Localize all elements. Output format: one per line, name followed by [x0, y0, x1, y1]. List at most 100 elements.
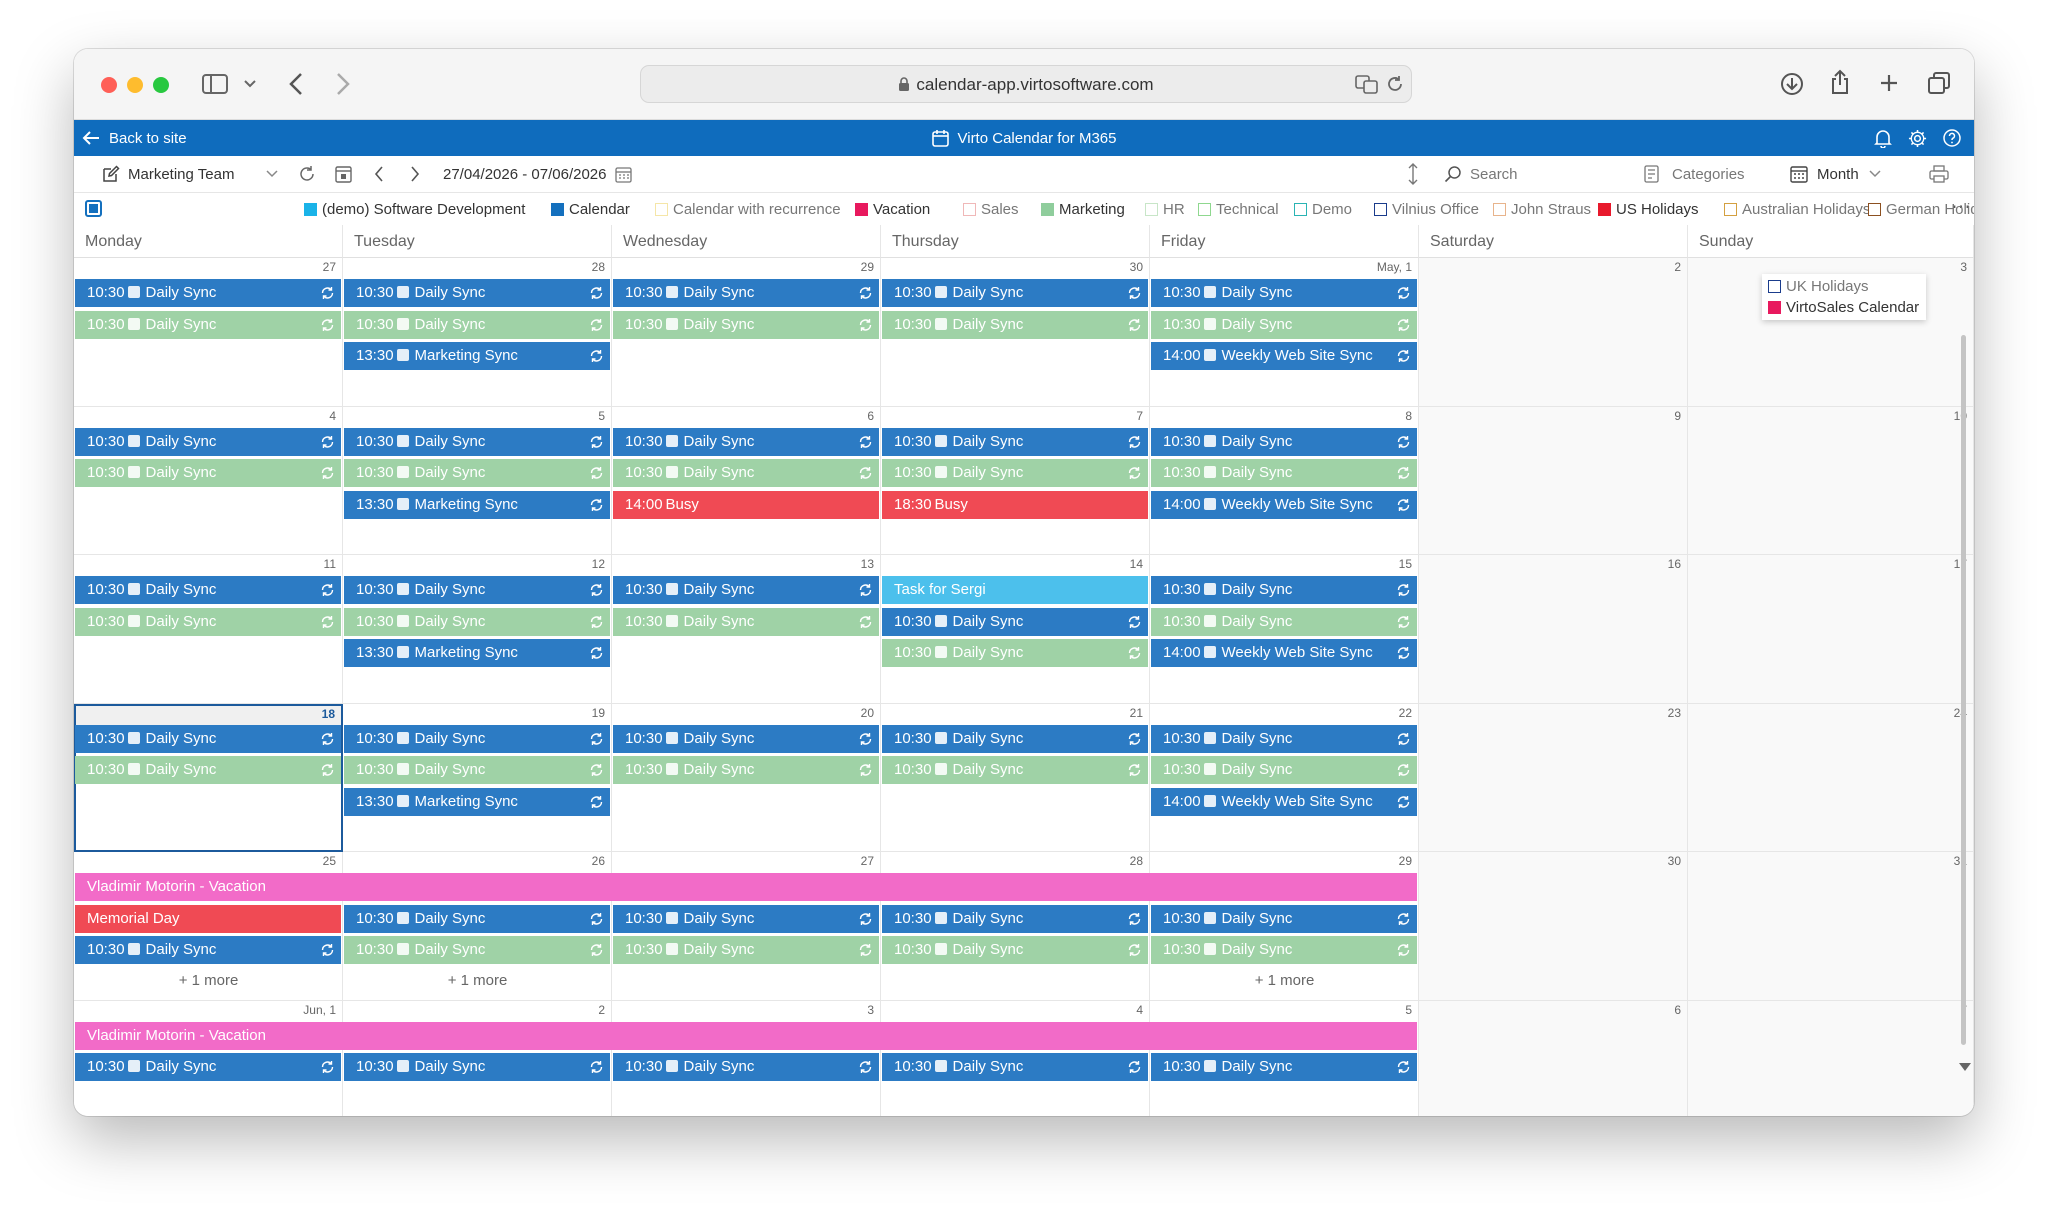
day-cell[interactable]: 24 — [1688, 703, 1974, 852]
view-mode-select[interactable]: Month — [1790, 156, 1881, 192]
next-icon[interactable] — [410, 165, 420, 183]
download-icon[interactable] — [1780, 72, 1804, 96]
calendar-event[interactable]: 14:00 Weekly Web Site Sync — [1151, 787, 1417, 816]
calendar-event[interactable]: 10:30 Daily Sync — [882, 756, 1148, 784]
day-cell[interactable]: 31 — [1688, 852, 1974, 1001]
more-events-link[interactable]: + 1 more — [74, 968, 343, 994]
calendar-event[interactable]: 10:30 Daily Sync — [1151, 459, 1417, 487]
calendar-event[interactable]: 10:30 Daily Sync — [344, 1053, 610, 1081]
legend-item[interactable]: HR — [1145, 193, 1185, 225]
calendar-event[interactable]: 10:30 Daily Sync — [75, 724, 341, 753]
calendar-event[interactable]: 10:30 Daily Sync — [882, 459, 1148, 487]
legend-item[interactable]: John Straus — [1493, 193, 1591, 225]
search-box[interactable]: Search — [1444, 156, 1518, 192]
calendar-event[interactable]: 10:30 Daily Sync — [344, 724, 610, 753]
print-icon[interactable] — [1929, 165, 1949, 183]
calendar-event[interactable]: 10:30 Daily Sync — [1151, 427, 1417, 456]
calendar-event[interactable]: Memorial Day — [75, 904, 341, 933]
calendar-event[interactable]: 10:30 Daily Sync — [613, 756, 879, 784]
sidebar-icon[interactable] — [202, 73, 228, 95]
calendar-event[interactable]: 10:30 Daily Sync — [75, 279, 341, 307]
calendar-event[interactable]: 10:30 Daily Sync — [613, 279, 879, 307]
categories-button[interactable]: Categories — [1644, 156, 1745, 192]
calendar-event[interactable]: 10:30 Daily Sync — [882, 279, 1148, 307]
share-icon[interactable] — [1830, 69, 1850, 95]
legend-item[interactable]: Australian Holidays — [1724, 193, 1870, 225]
chevron-down-icon[interactable] — [244, 80, 256, 88]
calendar-event[interactable]: 10:30 Daily Sync — [882, 904, 1148, 933]
multi-day-event[interactable]: Vladimir Motorin - Vacation — [75, 1021, 1417, 1050]
vertical-scrollbar[interactable] — [1961, 335, 1966, 1045]
calendar-event[interactable]: 10:30 Daily Sync — [75, 1053, 341, 1081]
calendar-event[interactable]: 13:30 Marketing Sync — [344, 787, 610, 816]
legend-item[interactable]: Vilnius Office — [1374, 193, 1479, 225]
calendar-event[interactable]: 10:30 Daily Sync — [613, 936, 879, 964]
legend-item[interactable]: Sales — [963, 193, 1019, 225]
chevron-down-icon[interactable] — [266, 170, 278, 178]
today-icon[interactable] — [335, 165, 352, 183]
close-window-button[interactable] — [101, 77, 117, 93]
calendar-event[interactable]: 10:30 Daily Sync — [75, 607, 341, 636]
expand-icon[interactable] — [1407, 162, 1419, 186]
calendar-event[interactable]: 10:30 Daily Sync — [344, 936, 610, 964]
gear-icon[interactable] — [1908, 129, 1927, 148]
calendar-event[interactable]: 14:00 Weekly Web Site Sync — [1151, 342, 1417, 370]
refresh-icon[interactable] — [298, 165, 316, 183]
day-cell[interactable]: 9 — [1419, 406, 1688, 555]
calendar-event[interactable]: Task for Sergi — [882, 576, 1148, 604]
calendar-event[interactable]: 13:30 Marketing Sync — [344, 490, 610, 519]
calendar-event[interactable]: 10:30 Daily Sync — [75, 310, 341, 339]
calendar-event[interactable]: 10:30 Daily Sync — [1151, 310, 1417, 339]
scroll-down-icon[interactable] — [1958, 1062, 1972, 1072]
calendar-event[interactable]: 10:30 Daily Sync — [882, 1053, 1148, 1081]
calendar-event[interactable]: 10:30 Daily Sync — [344, 904, 610, 933]
calendar-event[interactable]: 13:30 Marketing Sync — [344, 639, 610, 667]
prev-icon[interactable] — [374, 165, 384, 183]
calendar-event[interactable]: 10:30 Daily Sync — [613, 459, 879, 487]
calendar-event[interactable]: 10:30 Daily Sync — [344, 607, 610, 636]
day-cell[interactable]: 7 — [1688, 1000, 1974, 1116]
dropdown-calendar-item[interactable]: UK Holidays — [1768, 276, 1869, 297]
calendar-event[interactable]: 10:30 Daily Sync — [613, 724, 879, 753]
calendar-event[interactable]: 10:30 Daily Sync — [75, 936, 341, 964]
calendar-event[interactable]: 13:30 Marketing Sync — [344, 342, 610, 370]
calendar-event[interactable]: 10:30 Daily Sync — [1151, 936, 1417, 964]
calendar-event[interactable]: 10:30 Daily Sync — [882, 936, 1148, 964]
calendar-event[interactable]: 10:30 Daily Sync — [1151, 724, 1417, 753]
calendar-event[interactable]: 10:30 Daily Sync — [882, 427, 1148, 456]
day-cell[interactable]: 23 — [1419, 703, 1688, 852]
day-cell[interactable]: 30 — [1419, 852, 1688, 1001]
calendar-event[interactable]: 10:30 Daily Sync — [613, 427, 879, 456]
calendar-event[interactable]: 10:30 Daily Sync — [75, 459, 341, 487]
calendar-event[interactable]: 10:30 Daily Sync — [613, 310, 879, 339]
calendar-event[interactable]: 10:30 Daily Sync — [613, 576, 879, 604]
calendar-event[interactable]: 10:30 Daily Sync — [344, 279, 610, 307]
calendar-event[interactable]: 10:30 Daily Sync — [344, 427, 610, 456]
day-cell[interactable]: 16 — [1419, 555, 1688, 704]
calendar-event[interactable]: 10:30 Daily Sync — [344, 576, 610, 604]
translate-icon[interactable] — [1355, 74, 1379, 94]
calendar-event[interactable]: 10:30 Daily Sync — [344, 459, 610, 487]
legend-item[interactable]: Marketing — [1041, 193, 1125, 225]
calendar-event[interactable]: 14:00 Busy — [613, 490, 879, 519]
calendar-event[interactable]: 10:30 Daily Sync — [613, 1053, 879, 1081]
date-range[interactable]: 27/04/2026 - 07/06/2026 — [443, 156, 633, 192]
legend-item[interactable]: Calendar with recurrence — [655, 193, 841, 225]
dropdown-calendar-item[interactable]: VirtoSales Calendar — [1768, 297, 1919, 318]
new-tab-icon[interactable] — [1879, 73, 1899, 93]
legend-item[interactable]: Vacation — [855, 193, 930, 225]
calendar-event[interactable]: 10:30 Daily Sync — [1151, 607, 1417, 636]
legend-item[interactable]: (demo) Software Development — [304, 193, 525, 225]
minimize-window-button[interactable] — [127, 77, 143, 93]
legend-item[interactable]: German Holidays — [1868, 193, 1974, 225]
more-events-link[interactable]: + 1 more — [1150, 968, 1419, 994]
more-events-link[interactable]: + 1 more — [343, 968, 612, 994]
calendar-event[interactable]: 10:30 Daily Sync — [882, 724, 1148, 753]
legend-item[interactable]: Technical — [1198, 193, 1279, 225]
day-cell[interactable]: 2 — [1419, 258, 1688, 407]
calendar-event[interactable]: 10:30 Daily Sync — [613, 904, 879, 933]
calendar-event[interactable]: 10:30 Daily Sync — [1151, 904, 1417, 933]
day-cell[interactable]: 6 — [1419, 1000, 1688, 1116]
zoom-window-button[interactable] — [153, 77, 169, 93]
calendar-event[interactable]: 10:30 Daily Sync — [613, 607, 879, 636]
